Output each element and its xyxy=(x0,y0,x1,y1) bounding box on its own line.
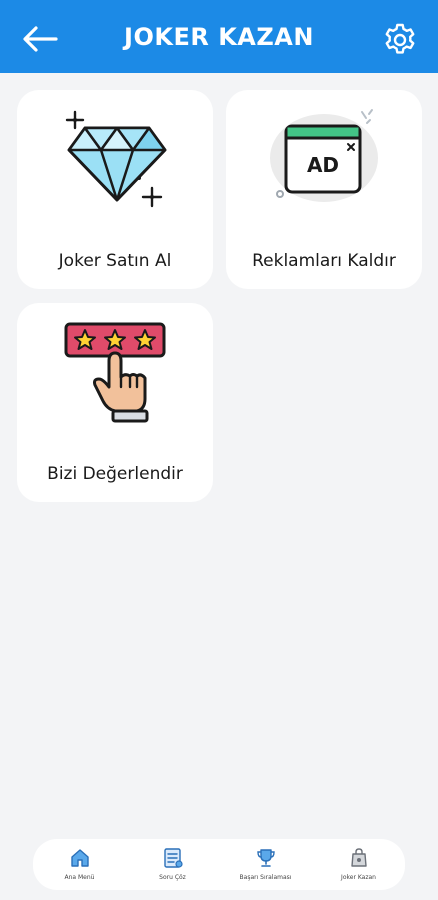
nav-item-home[interactable]: Ana Menü xyxy=(33,839,126,890)
home-icon xyxy=(70,849,89,867)
nav-item-leaderboard[interactable]: Başarı Sıralaması xyxy=(219,839,312,890)
diamond-icon xyxy=(61,108,173,212)
back-button[interactable] xyxy=(20,24,60,54)
arrow-left-icon xyxy=(23,26,58,52)
app-header: JOKER KAZAN xyxy=(0,0,438,73)
card-label: Bizi Değerlendir xyxy=(47,464,183,484)
card-label: Reklamları Kaldır xyxy=(252,251,396,271)
remove-ads-card[interactable]: AD Reklamları Kaldır xyxy=(226,90,422,289)
nav-item-quiz[interactable]: Soru Çöz xyxy=(126,839,219,890)
nav-item-earn-joker[interactable]: Joker Kazan xyxy=(312,839,405,890)
svg-text:AD: AD xyxy=(307,153,339,177)
card-label: Joker Satın Al xyxy=(58,251,172,271)
bag-icon xyxy=(350,848,367,867)
settings-button[interactable] xyxy=(382,22,418,58)
buy-joker-card[interactable]: Joker Satın Al xyxy=(17,90,213,289)
page-title: JOKER KAZAN xyxy=(124,22,314,51)
ad-block-icon: AD xyxy=(268,108,384,204)
rating-stars-icon xyxy=(63,321,167,423)
gear-icon xyxy=(385,23,415,54)
nav-label: Joker Kazan xyxy=(341,874,376,881)
trophy-icon xyxy=(256,849,275,867)
quiz-icon xyxy=(163,848,183,868)
nav-label: Soru Çöz xyxy=(159,874,186,881)
nav-label: Başarı Sıralaması xyxy=(239,874,292,881)
nav-label: Ana Menü xyxy=(64,874,95,881)
bottom-nav: Ana Menü Soru Çöz Başarı Sıralaması Joke… xyxy=(33,839,405,890)
rate-us-card[interactable]: Bizi Değerlendir xyxy=(17,303,213,502)
